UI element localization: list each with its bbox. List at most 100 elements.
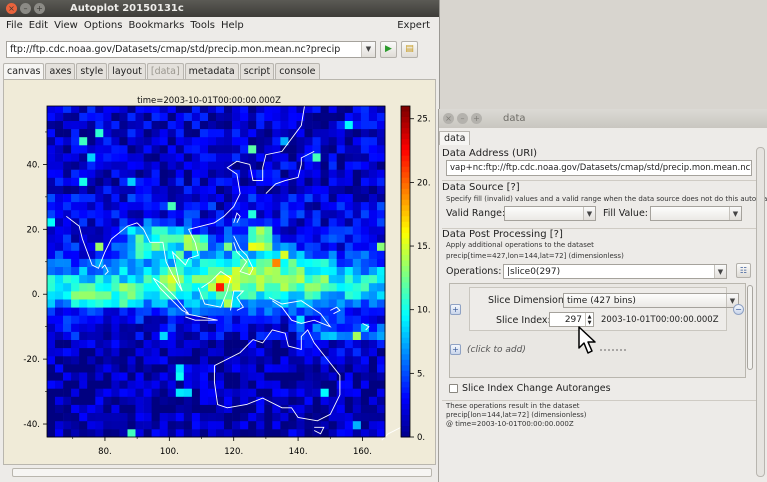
slice-index-spinner[interactable]: 297 ▲ ▼ [549, 312, 594, 327]
menu-edit[interactable]: Edit [26, 20, 51, 31]
heatmap-cell [175, 250, 185, 259]
heatmap-cell [264, 250, 273, 259]
heatmap-cell [87, 218, 96, 227]
heatmap-cell [135, 144, 144, 154]
maximize-window-button[interactable]: + [34, 3, 45, 14]
chevron-down-icon[interactable]: ▼ [714, 265, 726, 278]
slice-dimension-combobox[interactable]: time (427 bins) ▼ [563, 293, 739, 308]
heatmap-cell [95, 234, 104, 243]
heatmap-cell [352, 291, 362, 300]
heatmap-cell [224, 226, 233, 235]
menu-file[interactable]: File [3, 20, 26, 31]
precip-heatmap-plot[interactable]: time=2003-10-01T00:00:00.000Z 80. 100. 120… [4, 80, 435, 464]
menu-bookmarks[interactable]: Bookmarks [125, 20, 187, 31]
heatmap-cell [344, 274, 354, 284]
heatmap-cell [336, 120, 346, 130]
uri-input[interactable]: ftp://ftp.cdc.noaa.gov/Datasets/cmap/std… [7, 44, 361, 55]
heatmap-cell [336, 250, 346, 259]
minimize-window-button[interactable]: – [20, 3, 31, 14]
heatmap-cell [216, 291, 225, 300]
minimize-window-button[interactable]: – [457, 113, 468, 124]
autorange-checkbox[interactable] [449, 384, 458, 393]
heatmap-cell [87, 209, 96, 219]
tab-canvas[interactable]: canvas [3, 63, 45, 79]
menubar: File Edit View Options Bookmarks Tools H… [0, 17, 439, 34]
data-source-heading[interactable]: Data Source [?] [442, 182, 520, 193]
heatmap-cell [240, 323, 249, 332]
play-icon[interactable]: ▶ [380, 40, 397, 58]
tab-console[interactable]: console [275, 63, 320, 79]
heatmap-cell [63, 144, 72, 154]
fill-value-combobox[interactable]: ▼ [650, 206, 742, 221]
menu-help[interactable]: Help [218, 20, 247, 31]
post-processing-heading[interactable]: Data Post Processing [?] [442, 229, 563, 240]
heatmap-cell [103, 404, 112, 413]
heatmap-cell [240, 420, 249, 430]
operations-menu-icon[interactable]: ☷ [736, 263, 751, 278]
heatmap-cell [360, 404, 370, 413]
colorbar-segment [401, 409, 410, 416]
insert-before-icon[interactable]: + [450, 304, 461, 315]
heatmap-cell [111, 282, 120, 292]
data-window-scrollbar[interactable] [756, 147, 765, 477]
heatmap-cell [240, 226, 249, 235]
heatmap-cell [216, 106, 225, 113]
heatmap-cell [47, 226, 56, 235]
remove-operation-icon[interactable]: − [733, 304, 744, 315]
tab-data[interactable]: [data] [146, 63, 184, 79]
menu-options[interactable]: Options [81, 20, 126, 31]
chevron-down-icon[interactable]: ▼ [361, 41, 375, 57]
menu-view[interactable]: View [51, 20, 81, 31]
maximize-window-button[interactable]: + [471, 113, 482, 124]
heatmap-cell [280, 291, 289, 300]
tab-axes[interactable]: axes [45, 63, 76, 79]
tab-style[interactable]: style [76, 63, 108, 79]
menu-tools[interactable]: Tools [187, 20, 218, 31]
heatmap-cell [191, 307, 201, 316]
valid-range-combobox[interactable]: ▼ [504, 206, 596, 221]
heatmap-cell [119, 258, 128, 267]
heatmap-cell [256, 347, 265, 357]
tab-metadata[interactable]: metadata [184, 63, 239, 79]
slice-dimension-value[interactable]: time (427 bins) [567, 296, 636, 306]
spinner-arrows-icon[interactable]: ▲ ▼ [585, 313, 593, 326]
click-to-add-hint[interactable]: (click to add) [467, 345, 526, 355]
heatmap-cell [264, 258, 273, 267]
heatmap-cell [312, 404, 321, 413]
tab-script[interactable]: script [239, 63, 275, 79]
heatmap-cell [360, 355, 370, 365]
heatmap-cell [111, 242, 120, 251]
operations-value[interactable]: |slice0(297) [507, 267, 560, 277]
chevron-down-icon[interactable]: ▼ [729, 207, 741, 220]
tab-layout[interactable]: layout [108, 63, 146, 79]
heatmap-cell [79, 323, 88, 332]
heatmap-cell [103, 428, 112, 438]
heatmap-cell [360, 396, 370, 405]
data-address-input[interactable]: vap+nc:ftp://ftp.cdc.noaa.gov/Datasets/c… [446, 160, 752, 176]
heatmap-cell [71, 412, 80, 422]
heatmap-cell [175, 242, 185, 251]
heatmap-cell [79, 282, 88, 292]
heatmap-cell [111, 258, 120, 267]
close-window-button[interactable]: × [6, 3, 17, 14]
slice-index-value[interactable]: 297 [550, 315, 585, 325]
heatmap-cell [119, 291, 128, 300]
expert-mode-menu[interactable]: Expert [394, 20, 433, 31]
add-operation-icon[interactable]: + [450, 344, 461, 355]
operations-scrollbar[interactable] [747, 285, 753, 370]
close-window-button[interactable]: × [443, 113, 454, 124]
heatmap-cell [304, 201, 313, 211]
operations-combobox[interactable]: |slice0(297) ▼ [503, 264, 727, 279]
heatmap-cell [143, 355, 152, 365]
heatmap-cell [248, 315, 257, 324]
chevron-down-icon[interactable]: ▼ [583, 207, 595, 220]
folder-icon[interactable]: ▤ [401, 40, 418, 58]
plot-canvas[interactable]: time=2003-10-01T00:00:00.000Z 80. 100. 120… [3, 79, 436, 465]
heatmap-cell [368, 234, 378, 243]
heatmap-cell [216, 282, 225, 292]
heatmap-cell [103, 331, 112, 340]
uri-combobox[interactable]: ftp://ftp.cdc.noaa.gov/Datasets/cmap/std… [6, 40, 376, 58]
tab-data-editor[interactable]: data [439, 131, 471, 145]
heatmap-cell [256, 420, 265, 430]
heatmap-cell [377, 161, 386, 170]
